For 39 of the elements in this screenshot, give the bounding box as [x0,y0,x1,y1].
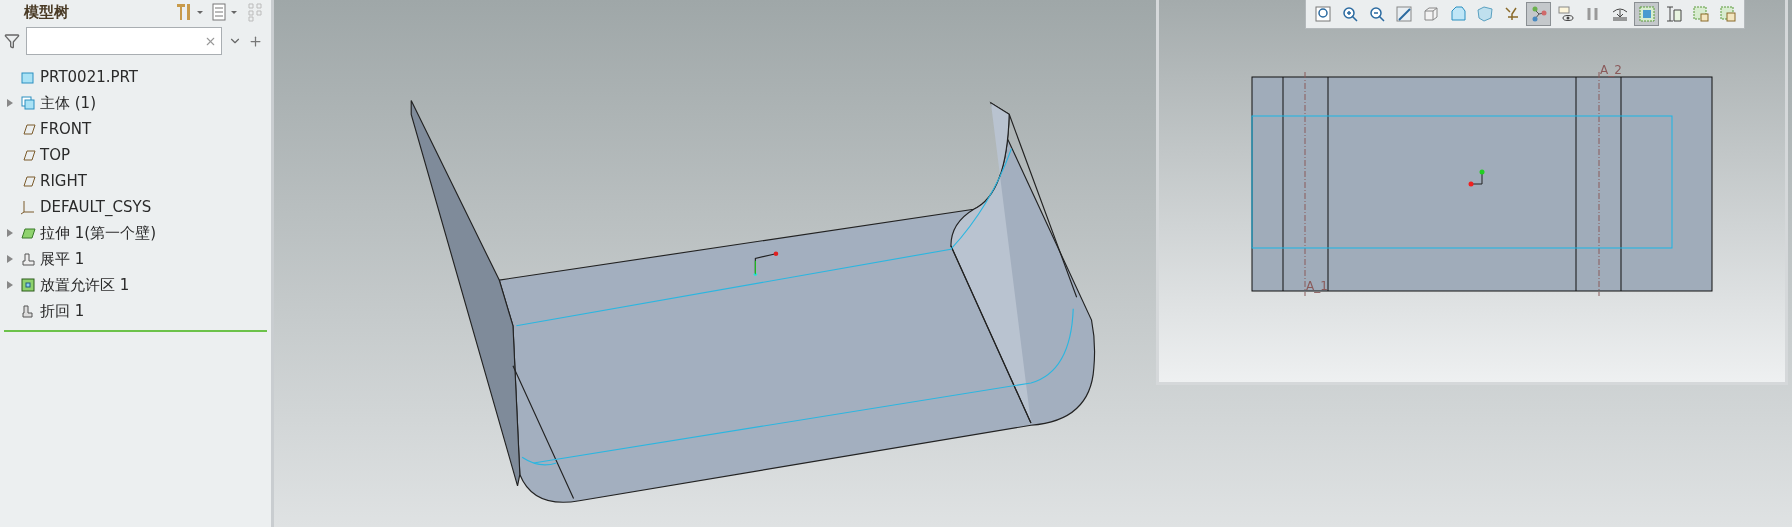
zoom-in-icon [1340,5,1359,23]
region-icon [20,277,36,293]
tree-item[interactable]: 展平 1 [40,249,85,269]
plane-icon [20,121,36,137]
tree-item[interactable]: RIGHT [40,172,87,190]
csys-icon [20,199,36,215]
expand-arrow[interactable] [6,254,14,264]
tree-item[interactable]: 拉伸 1(第一个壁) [40,223,156,243]
dimension-icon [1664,5,1683,23]
tree-item[interactable]: FRONT [40,120,92,138]
filter-icon[interactable] [4,33,20,49]
eye-note-icon [1556,5,1575,23]
region-icon [1637,5,1656,23]
toolbar-button[interactable] [1634,2,1659,26]
axis-label: A_1 [1306,279,1328,293]
cube-icon [1421,5,1440,23]
tree-item[interactable]: 主体 (1) [40,93,96,113]
extrude-icon [20,225,36,241]
body-icon [20,95,36,111]
plane-icon [20,147,36,163]
zoom-fit-icon [1313,5,1332,23]
zoom-out-icon [1367,5,1386,23]
axis-label: A_2 [1600,63,1622,77]
add-icon[interactable] [248,33,263,49]
panel-title: 模型树 [24,2,70,22]
expand-arrow[interactable] [6,228,14,238]
tree-item[interactable]: DEFAULT_CSYS [40,198,152,216]
repaint-icon [1394,5,1413,23]
plane-icon [20,173,36,189]
tree-item[interactable]: 折回 1 [40,301,85,321]
expand-arrow[interactable] [6,98,14,108]
part-icon [20,69,36,85]
tree-item[interactable]: 放置允许区 1 [40,275,130,295]
search-field[interactable] [26,27,222,55]
tree-item[interactable]: PRT0021.PRT [40,68,139,86]
plane-arrow-icon [1610,5,1629,23]
tree-item[interactable]: TOP [40,146,70,164]
tools-icon[interactable] [175,3,205,21]
expand-arrow[interactable] [6,280,14,290]
